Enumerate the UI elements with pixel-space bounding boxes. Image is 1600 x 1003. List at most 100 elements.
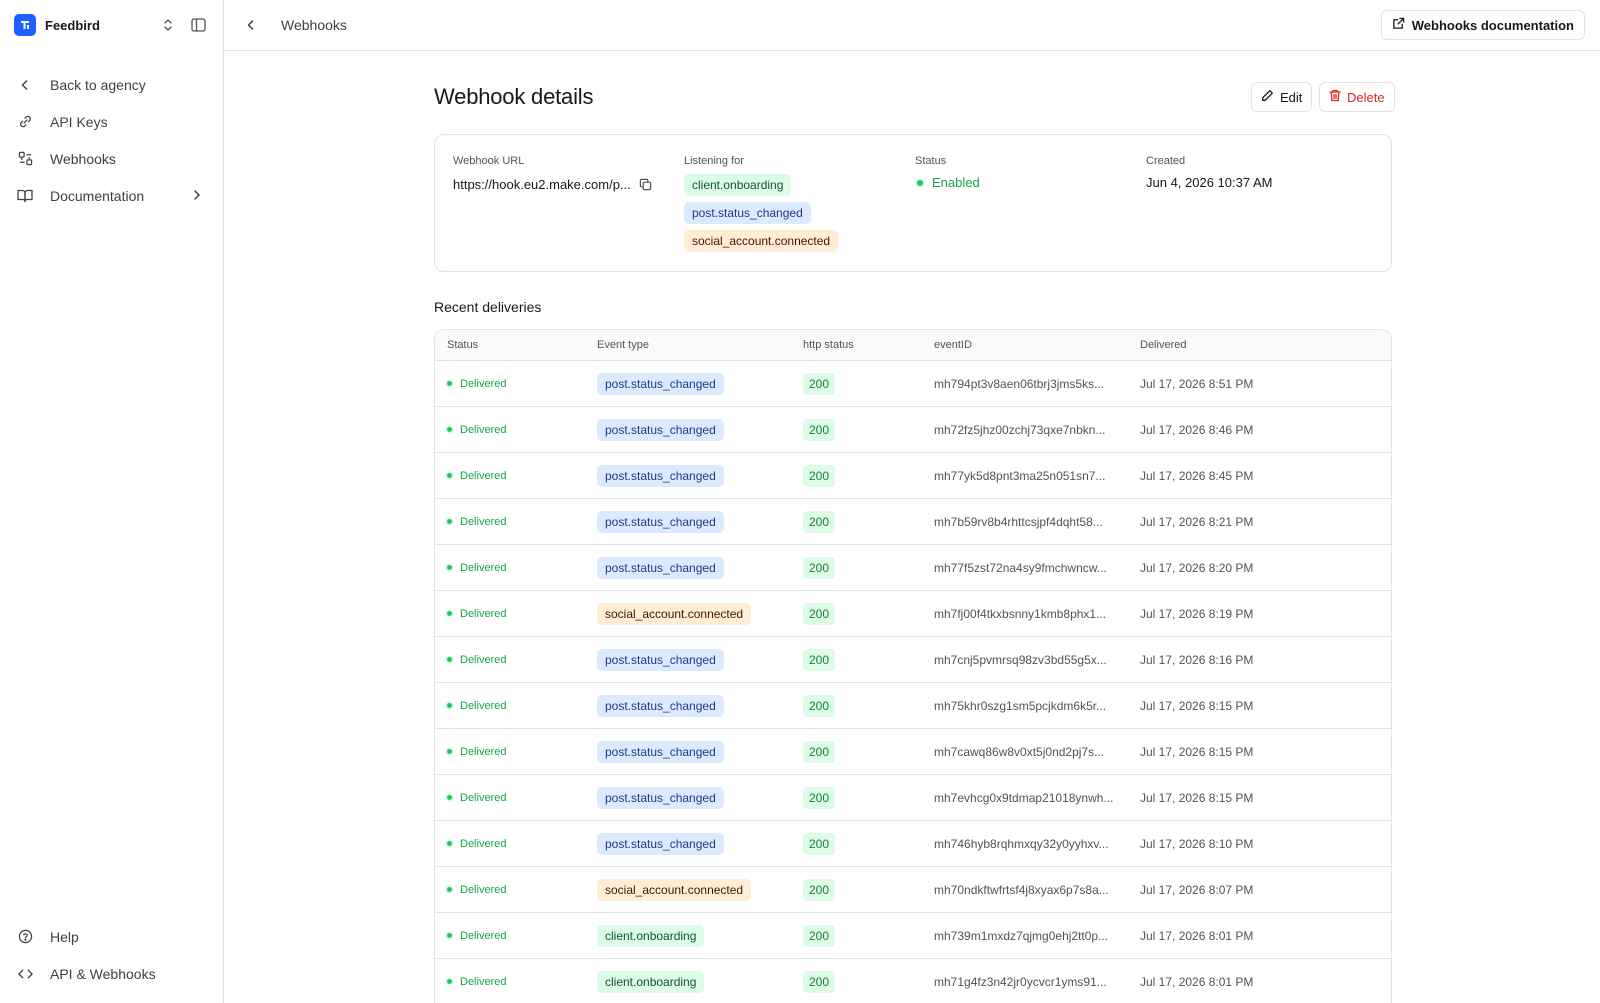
event-id: mh7cnj5pvmrsq98zv3bd55g5x... — [934, 652, 1107, 667]
event-type-tag: client.onboarding — [597, 970, 705, 993]
delivery-status-cell: Delivered — [447, 637, 506, 682]
sidebar-item-help[interactable]: Help — [8, 918, 216, 955]
table-row[interactable]: Delivered social_account.connected 200 mh70… — [435, 867, 1391, 913]
copy-icon[interactable] — [639, 178, 653, 192]
table-row[interactable]: Delivered post.status_changed 200 mh77yk5d8… — [435, 453, 1391, 499]
status-dot — [447, 657, 452, 662]
workspace-name: Feedbird — [45, 17, 100, 33]
http-status-badge: 200 — [803, 878, 836, 901]
table-row[interactable]: Delivered post.status_changed 200 mh7cnj5pv… — [435, 637, 1391, 683]
table-row[interactable]: Delivered post.status_changed 200 mh7cawq86… — [435, 729, 1391, 775]
delivered-timestamp: Jul 17, 2026 8:20 PM — [1140, 560, 1254, 575]
sidebar-item-webhooks[interactable]: Webhooks — [8, 140, 216, 177]
http-status-badge: 200 — [803, 556, 836, 579]
delivered-timestamp: Jul 17, 2026 8:15 PM — [1140, 790, 1254, 805]
event-id: mh7cawq86w8v0xt5j0nd2pj7s... — [934, 744, 1105, 759]
http-status-badge: 200 — [803, 694, 836, 717]
delivery-status-cell: Delivered — [447, 867, 506, 912]
event-type-cell: post.status_changed — [597, 545, 724, 590]
http-status-cell: 200 — [803, 821, 836, 866]
event-id: mh77yk5d8pnt3ma25n051sn7... — [934, 468, 1106, 483]
delivery-status: Delivered — [460, 607, 507, 620]
delivery-status: Delivered — [460, 837, 507, 850]
sidebar-item-label: Help — [50, 928, 79, 945]
event-id: mh77f5zst72na4sy9fmchwncw... — [934, 560, 1107, 575]
sidebar-footer-nav: Help API & Webhooks — [8, 918, 216, 992]
table-row[interactable]: Delivered post.status_changed 200 mh746hyb8… — [435, 821, 1391, 867]
webhook-icon — [17, 151, 33, 167]
table-row[interactable]: Delivered post.status_changed 200 mh72fz5jh… — [435, 407, 1391, 453]
table-row[interactable]: Delivered client.onboarding 200 mh71g4fz3n4… — [435, 959, 1391, 1003]
external-link-icon — [1392, 17, 1405, 33]
sidebar-item-documentation[interactable]: Documentation — [8, 177, 216, 214]
http-status-badge: 200 — [803, 648, 836, 671]
delivered-timestamp: Jul 17, 2026 8:46 PM — [1140, 422, 1254, 437]
delivery-status-cell: Delivered — [447, 821, 506, 866]
status-dot — [447, 933, 452, 938]
table-row[interactable]: Delivered social_account.connected 200 mh7f… — [435, 591, 1391, 637]
workspace-switcher[interactable]: Feedbird — [14, 14, 210, 36]
table-row[interactable]: Delivered post.status_changed 200 mh7b59rv8… — [435, 499, 1391, 545]
sidebar-item-api-webhooks[interactable]: API & Webhooks — [8, 955, 216, 992]
delivery-status-cell: Delivered — [447, 545, 506, 590]
table-row[interactable]: Delivered post.status_changed 200 mh77f5zst… — [435, 545, 1391, 591]
edit-button[interactable]: Edit — [1251, 82, 1313, 112]
sidebar-item-label: Documentation — [50, 187, 145, 204]
docs-button-label: Webhooks documentation — [1411, 17, 1574, 33]
table-row[interactable]: Delivered post.status_changed 200 mh7evhcg0… — [435, 775, 1391, 821]
event-type-cell: post.status_changed — [597, 637, 724, 682]
deliveries-table: Status Event type http status eventID De… — [434, 329, 1392, 1003]
delete-button[interactable]: Delete — [1319, 82, 1395, 112]
http-status-cell: 200 — [803, 775, 836, 820]
http-status-badge: 200 — [803, 602, 836, 625]
event-id: mh7b59rv8b4rhttcsjpf4dqht58... — [934, 514, 1103, 529]
event-type-tag: post.status_changed — [597, 464, 724, 487]
sidebar-toggle-icon[interactable] — [189, 16, 207, 34]
http-status-badge: 200 — [803, 510, 836, 533]
event-type-tag: post.status_changed — [597, 694, 724, 717]
table-row[interactable]: Delivered post.status_changed 200 mh794pt3v… — [435, 361, 1391, 407]
delivery-status: Delivered — [460, 975, 507, 988]
http-status-cell: 200 — [803, 361, 836, 406]
delivered-timestamp: Jul 17, 2026 8:16 PM — [1140, 652, 1254, 667]
delivery-status-cell: Delivered — [447, 591, 506, 636]
delivered-timestamp: Jul 17, 2026 8:45 PM — [1140, 468, 1254, 483]
status-dot — [447, 565, 452, 570]
delivery-status: Delivered — [460, 515, 507, 528]
column-header-status: Status — [447, 339, 479, 351]
http-status-cell: 200 — [803, 959, 836, 1003]
table-row[interactable]: Delivered client.onboarding 200 mh739m1mxdz… — [435, 913, 1391, 959]
event-id: mh746hyb8rqhmxqy32y0yyhxv... — [934, 836, 1109, 851]
back-chevron-icon[interactable] — [242, 16, 260, 34]
status-dot — [447, 979, 452, 984]
event-type-tag: post.status_changed — [597, 510, 724, 533]
listening-for-field: Listening for client.onboarding post.sta… — [684, 155, 839, 252]
breadcrumb-title: Webhooks — [281, 17, 347, 33]
delivery-status-cell: Delivered — [447, 913, 506, 958]
delivery-status: Delivered — [460, 929, 507, 942]
listening-for-label: Listening for — [684, 155, 744, 167]
webhooks-documentation-button[interactable]: Webhooks documentation — [1380, 10, 1585, 40]
event-tag: client.onboarding — [684, 174, 792, 196]
http-status-cell: 200 — [803, 545, 836, 590]
delivery-status-cell: Delivered — [447, 361, 506, 406]
event-type-tag: social_account.connected — [597, 878, 752, 901]
delivery-status: Delivered — [460, 469, 507, 482]
event-type-cell: post.status_changed — [597, 729, 724, 774]
event-id: mh70ndkftwfrtsf4j8xyax6p7s8a... — [934, 882, 1109, 897]
delivery-status: Delivered — [460, 377, 507, 390]
event-type-tag: post.status_changed — [597, 832, 724, 855]
delivery-status-cell: Delivered — [447, 499, 506, 544]
delivered-timestamp: Jul 17, 2026 8:15 PM — [1140, 744, 1254, 759]
sidebar-item-api-keys[interactable]: API Keys — [8, 103, 216, 140]
event-id: mh7evhcg0x9tdmap21018ynwh... — [934, 790, 1114, 805]
event-id: mh7fj00f4tkxbsnny1kmb8phx1... — [934, 606, 1107, 621]
chevrons-up-down-icon[interactable] — [159, 16, 177, 34]
http-status-cell: 200 — [803, 407, 836, 452]
table-row[interactable]: Delivered post.status_changed 200 mh75khr0s… — [435, 683, 1391, 729]
event-type-tag: client.onboarding — [597, 924, 705, 947]
http-status-cell: 200 — [803, 867, 836, 912]
delivered-timestamp: Jul 17, 2026 8:51 PM — [1140, 376, 1254, 391]
delivery-status: Delivered — [460, 561, 507, 574]
sidebar-item-back-to-agency[interactable]: Back to agency — [8, 66, 216, 103]
